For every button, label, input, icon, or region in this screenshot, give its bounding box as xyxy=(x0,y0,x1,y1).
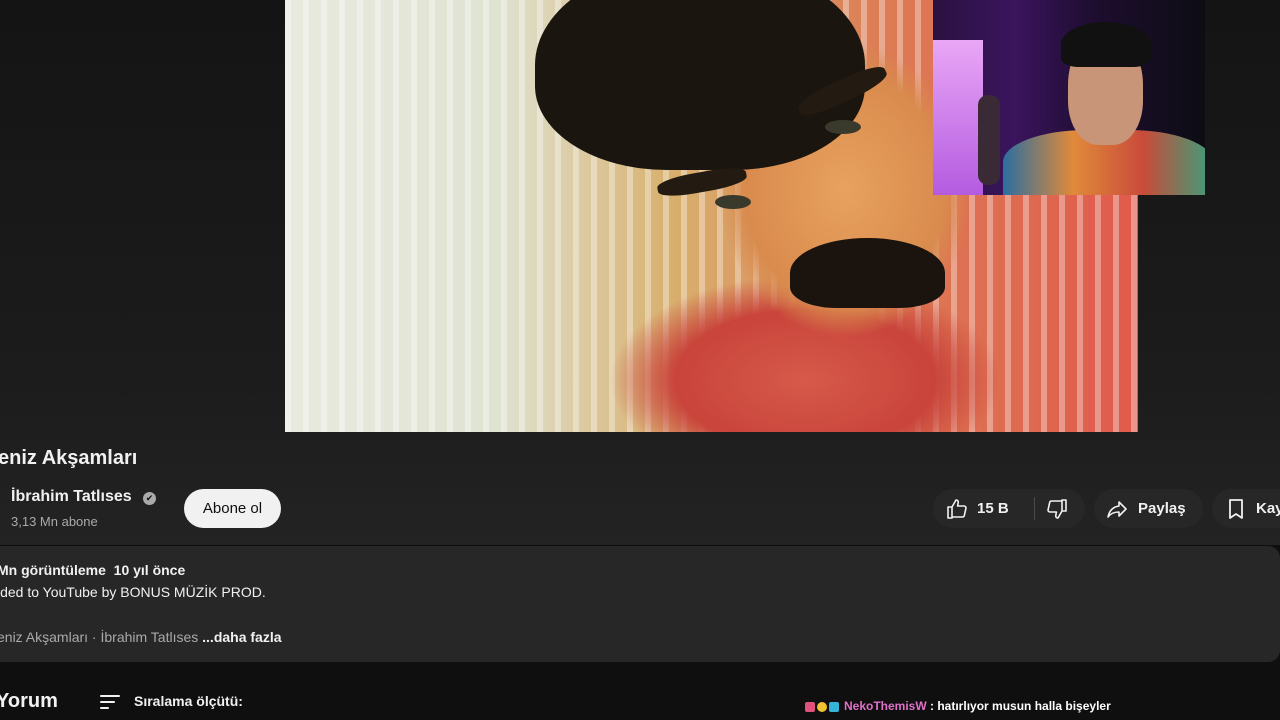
like-button[interactable]: 15 B xyxy=(933,489,1033,528)
like-dislike-group: 15 B xyxy=(933,489,1085,528)
stream-chat-message: NekoThemisW : hatırlıyor musun halla biş… xyxy=(805,699,1111,717)
thumbs-down-icon xyxy=(1047,499,1067,519)
streamer-webcam-overlay xyxy=(933,0,1205,195)
video-frame-eye xyxy=(825,120,861,134)
sort-comments-button[interactable]: Sıralama ölçütü: xyxy=(98,688,268,716)
chat-username: NekoThemisW xyxy=(844,699,927,713)
description-text: ided to YouTube by BONUS MÜZİK PROD. xyxy=(0,584,266,600)
video-title: eniz Akşamları xyxy=(0,447,138,469)
thumbs-up-icon xyxy=(947,499,967,519)
save-label: Kay xyxy=(1256,500,1280,517)
chat-message-text: : hatırlıyor musun halla bişeyler xyxy=(926,699,1111,713)
bookmark-icon xyxy=(1229,499,1243,519)
webcam-hair xyxy=(1061,22,1151,67)
save-button[interactable]: Kay xyxy=(1212,489,1280,528)
video-frame-mustache xyxy=(790,238,945,308)
chat-badge-icon xyxy=(805,701,815,712)
chat-badge-icon xyxy=(817,701,827,712)
share-icon xyxy=(1107,501,1127,518)
chat-badge-icon xyxy=(829,701,839,712)
show-more-link[interactable]: ...daha fazla xyxy=(198,629,281,645)
webcam-guitar xyxy=(978,95,1000,185)
webcam-light xyxy=(933,40,983,195)
verified-icon: ✔ xyxy=(143,492,156,505)
share-button[interactable]: Paylaş xyxy=(1094,489,1203,528)
description-stats: Mn görüntüleme 10 yıl önce xyxy=(0,562,186,578)
video-frame-hair xyxy=(535,0,865,170)
like-count: 15 B xyxy=(977,500,1009,517)
description-preview: eniz Akşamları · İbrahim Tatlıses ...dah… xyxy=(0,629,282,645)
sort-icon xyxy=(100,695,120,709)
sort-label: Sıralama ölçütü: xyxy=(134,693,243,709)
video-frame-eye xyxy=(715,195,751,209)
subscribe-button[interactable]: Abone ol xyxy=(184,489,281,528)
share-label: Paylaş xyxy=(1138,500,1186,517)
dislike-button[interactable] xyxy=(1035,489,1085,528)
channel-name[interactable]: İbrahim Tatlıses xyxy=(11,488,132,506)
description-preview-text: eniz Akşamları · İbrahim Tatlıses xyxy=(0,629,199,645)
subscriber-count: 3,13 Mn abone xyxy=(11,514,98,529)
comments-header: Yorum xyxy=(0,690,58,712)
